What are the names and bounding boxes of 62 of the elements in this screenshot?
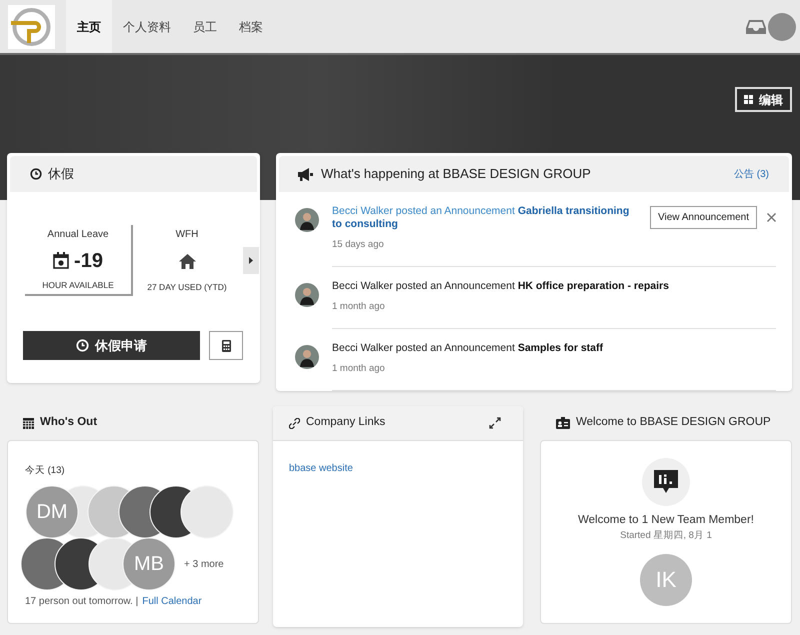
leave-balance[interactable]: WFH 27 DAY USED (YTD) bbox=[133, 225, 241, 296]
announcement-row[interactable]: Becci Walker posted an Announcement HK office preparation - repairs 1 month ago bbox=[295, 280, 776, 342]
card-title: Company Links bbox=[306, 415, 386, 430]
id-card-icon bbox=[556, 417, 570, 429]
close-icon[interactable] bbox=[767, 213, 776, 222]
megaphone-icon bbox=[298, 168, 313, 180]
link-icon bbox=[289, 418, 300, 428]
tomorrow-text: 17 person out tomorrow. | bbox=[25, 595, 138, 609]
company-link[interactable]: bbase website bbox=[289, 461, 523, 476]
nav-tab[interactable]: 主页 bbox=[66, 0, 112, 53]
grid-icon bbox=[744, 95, 753, 104]
person-avatar-icon bbox=[295, 283, 319, 307]
avatar-stack-drawing[interactable] bbox=[25, 485, 234, 539]
announcement-text[interactable]: Becci Walker posted an Announcement Samples for staff bbox=[332, 342, 776, 355]
avatar-initials: DM bbox=[35, 500, 69, 525]
balance-caption: HOUR AVAILABLE bbox=[42, 279, 114, 292]
time-text: 1 month ago bbox=[332, 363, 385, 374]
user-avatar[interactable] bbox=[768, 12, 796, 40]
next-button[interactable] bbox=[243, 247, 259, 274]
view-announcement-button[interactable]: View Announcement bbox=[650, 206, 757, 229]
expand-icon[interactable] bbox=[489, 417, 501, 429]
more-count[interactable]: + 3 more bbox=[184, 556, 224, 572]
inbox-icon[interactable] bbox=[746, 18, 766, 34]
time-text: 15 days ago bbox=[332, 239, 384, 250]
section-title: Who's Out bbox=[40, 415, 98, 430]
edit-button[interactable]: 编辑 bbox=[735, 87, 792, 112]
announcement-text[interactable]: Becci Walker posted an Announcement HK office preparation - repairs bbox=[332, 280, 776, 293]
nav-tab[interactable]: 个人资料 bbox=[112, 0, 182, 53]
logo[interactable] bbox=[8, 5, 55, 49]
section-title: Welcome to BBASE DESIGN GROUP bbox=[576, 415, 771, 430]
calendar-icon bbox=[23, 418, 34, 428]
clock-icon bbox=[76, 339, 89, 352]
request-leave-button[interactable]: 休假申请 bbox=[23, 331, 200, 360]
caret-icon bbox=[249, 257, 253, 264]
person-avatar-icon bbox=[295, 345, 319, 369]
card-title: What's happening at BBASE DESIGN GROUP bbox=[321, 165, 591, 184]
home-icon bbox=[178, 254, 196, 270]
announcements-link[interactable]: 公告 (3) bbox=[734, 166, 769, 182]
balance-value: -19 bbox=[74, 248, 103, 274]
calculator-button[interactable] bbox=[209, 331, 243, 360]
avatar-stack-drawing[interactable] bbox=[20, 537, 176, 591]
announcement-text[interactable]: Becci Walker posted an Announcement Gabriella transitioning to consulting bbox=[332, 205, 632, 231]
start-date: Started 星期四, 8月 1 bbox=[620, 529, 712, 544]
balance-caption: 27 DAY USED (YTD) bbox=[147, 281, 227, 294]
leave-balance[interactable]: Annual Leave -19 HOUR AVAILABLE bbox=[25, 225, 133, 296]
speech-bubble-icon bbox=[653, 469, 679, 495]
today-count: 今天 (13) bbox=[25, 465, 65, 476]
calculator-icon bbox=[222, 340, 230, 352]
nav-tab[interactable]: 员工 bbox=[182, 0, 228, 53]
welcome-message: Welcome to 1 New Team Member! bbox=[578, 513, 754, 528]
full-calendar-link[interactable]: Full Calendar bbox=[142, 594, 202, 609]
balance-name: WFH bbox=[176, 228, 198, 242]
card-title: 休假 bbox=[48, 165, 74, 184]
announcement-row[interactable]: Becci Walker posted an Announcement Samples for staff 1 month ago bbox=[295, 342, 776, 404]
person-avatar-icon bbox=[295, 208, 319, 232]
calendar-icon bbox=[53, 252, 70, 270]
nav-tab[interactable]: 档案 bbox=[228, 0, 274, 53]
time-text: 1 month ago bbox=[332, 301, 385, 312]
balance-name: Annual Leave bbox=[47, 228, 109, 242]
clock-icon bbox=[30, 168, 42, 180]
announcement-row[interactable]: Becci Walker posted an Announcement Gabriella transitioning to consulting 15 days ago View Announcement bbox=[295, 205, 776, 280]
avatar-initials: MB bbox=[133, 552, 165, 577]
